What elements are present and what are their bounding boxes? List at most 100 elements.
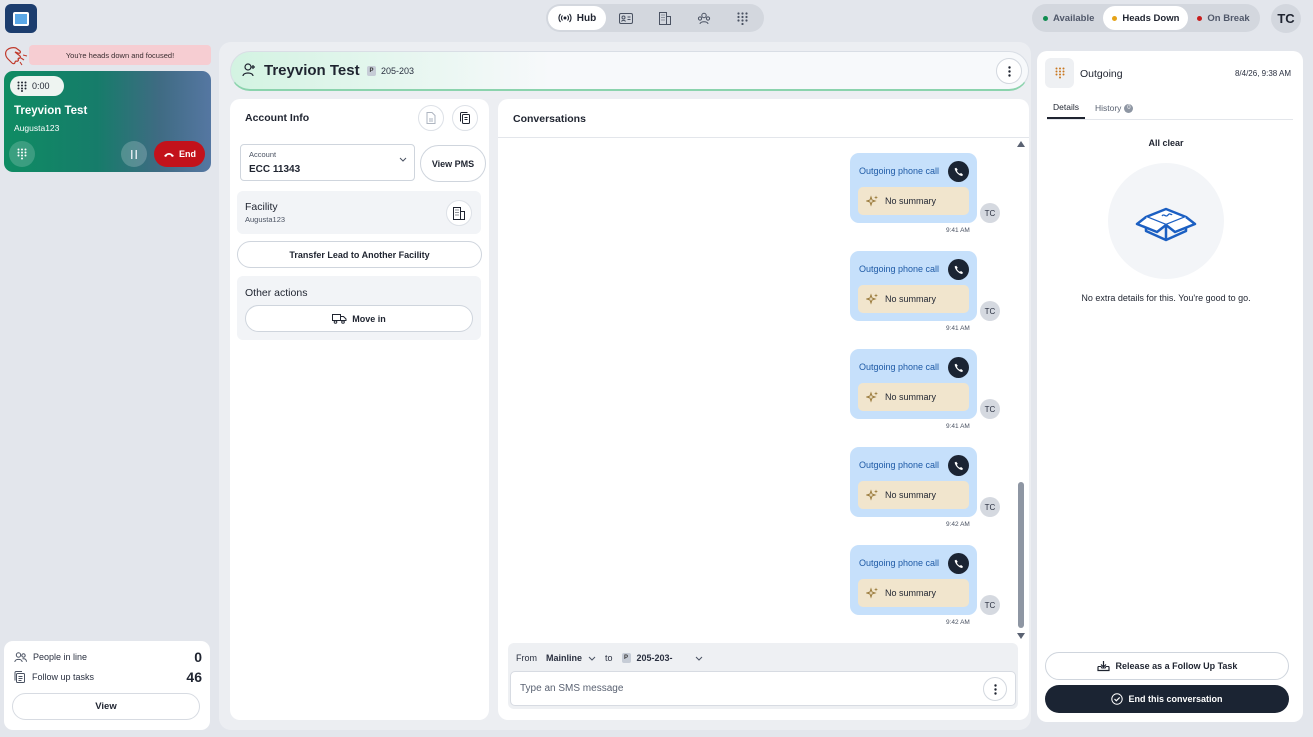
copy-button[interactable] [452,105,478,131]
queue-card: People in line 0 Follow up tasks 46 View [4,641,210,730]
summary-text: No summary [885,196,937,206]
status-heads-down-option[interactable]: Heads Down [1103,6,1189,30]
summary-text: No summary [885,490,937,500]
call-bubble[interactable]: Outgoing phone call No summary [850,545,977,615]
sms-from-select[interactable]: Mainline [546,653,596,663]
sms-from-value: Mainline [546,653,583,663]
broadcast-icon [558,13,572,23]
end-call-label: End [179,149,196,159]
tab-details[interactable]: Details [1047,102,1085,119]
copy-icon [459,112,471,124]
scroll-thumb[interactable] [1018,482,1024,628]
summary-box: No summary [858,285,969,313]
account-info-panel: Account Info Account ECC 11343 View PMS … [230,99,489,720]
people-in-line-count: 0 [194,649,202,665]
summary-box: No summary [858,187,969,215]
nav-team-icon[interactable] [684,6,723,30]
view-pms-button[interactable]: View PMS [420,145,486,182]
check-circle-icon [1111,693,1124,705]
message-avatar: TC [980,203,1000,223]
more-vertical-icon [993,683,997,695]
message-avatar: TC [980,301,1000,321]
status-on-break-option[interactable]: On Break [1188,6,1258,30]
focus-message: You're heads down and focused! [29,45,211,65]
empty-state-illustration [1108,163,1224,279]
other-actions-section: Other actions Move in [237,276,481,340]
facility-title: Facility [245,201,278,213]
nav-hub-button[interactable]: Hub [548,6,606,30]
call-hold-button[interactable] [121,141,147,167]
active-call-card: 0:00 Treyvion Test Augusta123 End [4,71,211,172]
facility-button[interactable] [446,200,472,226]
view-queue-button[interactable]: View [12,693,200,720]
sms-to-select[interactable]: P 205-203- [621,653,703,663]
conversations-title: Conversations [513,113,586,125]
sms-from-label: From [516,653,537,663]
details-date: 8/4/26, 9:38 AM [1234,69,1291,78]
sparkle-icon [866,293,878,305]
document-button[interactable] [418,105,444,131]
history-count-badge: 0 [1124,103,1134,113]
nav-dialpad-icon[interactable] [723,6,762,30]
status-dot [1112,15,1118,21]
sms-to-label: to [605,653,613,663]
people-icon [14,651,27,663]
phone-icon [948,553,969,574]
building-icon [453,206,465,220]
status-on-break-label: On Break [1207,12,1250,24]
nav-building-icon[interactable] [645,6,684,30]
call-title: Outgoing phone call [859,460,940,470]
contact-menu-button[interactable] [996,58,1022,84]
nav-contact-card-icon[interactable] [606,6,645,30]
app-logo[interactable] [5,4,37,33]
user-avatar[interactable]: TC [1271,4,1301,33]
end-call-button[interactable]: End [154,141,205,167]
tab-history-label: History [1094,103,1122,113]
sms-routing: From Mainline to P 205-203- [516,653,703,663]
conversations-panel: Conversations Outgoing phone call No sum… [498,99,1029,720]
message-time: 9:41 AM [946,423,970,430]
focus-banner: You're heads down and focused! [3,44,211,66]
caller-facility: Augusta123 [14,123,60,133]
account-select[interactable]: Account ECC 11343 [240,144,415,181]
transfer-lead-button[interactable]: Transfer Lead to Another Facility [237,241,482,268]
call-bubble[interactable]: Outgoing phone call No summary [850,153,977,223]
move-in-label: Move in [352,313,386,324]
scroll-down-icon [1017,633,1025,639]
sms-composer: From Mainline to P 205-203- Type an SMS … [508,643,1018,709]
call-bubble[interactable]: Outgoing phone call No summary [850,447,977,517]
sms-menu-button[interactable] [983,677,1007,701]
message-avatar: TC [980,399,1000,419]
call-keypad-button[interactable] [9,141,35,167]
chevron-down-icon [399,157,407,162]
people-in-line-row: People in line 0 [14,649,202,665]
call-timer-value: 0:00 [32,81,50,91]
dialpad-icon [1045,58,1074,88]
phone-icon [948,357,969,378]
summary-text: No summary [885,294,937,304]
message-avatar: TC [980,595,1000,615]
status-dot [1043,15,1048,21]
contact-phone: 205-203 [381,66,415,76]
release-follow-up-button[interactable]: Release as a Follow Up Task [1045,652,1289,680]
summary-text: No summary [885,392,937,402]
call-bubble[interactable]: Outgoing phone call No summary [850,251,977,321]
release-follow-up-label: Release as a Follow Up Task [1115,661,1238,671]
end-conversation-label: End this conversation [1128,694,1223,704]
pause-icon [131,149,137,159]
move-in-button[interactable]: Move in [245,305,473,332]
nav-hub-label: Hub [576,12,597,24]
status-available-option[interactable]: Available [1034,6,1103,30]
contact-header: Treyvion Test P 205-203 [230,51,1029,91]
tab-history[interactable]: History 0 [1094,102,1134,119]
message-avatar: TC [980,497,1000,517]
divider [1047,119,1293,120]
conversation-scrollbar[interactable] [1015,139,1029,644]
message-time: 9:42 AM [946,521,970,528]
sms-input[interactable]: Type an SMS message [510,671,1016,706]
call-bubble[interactable]: Outgoing phone call No summary [850,349,977,419]
hand-wave-icon [3,44,29,66]
account-info-title: Account Info [245,112,310,124]
follow-up-row: Follow up tasks 46 [14,669,202,685]
end-conversation-button[interactable]: End this conversation [1045,685,1289,713]
